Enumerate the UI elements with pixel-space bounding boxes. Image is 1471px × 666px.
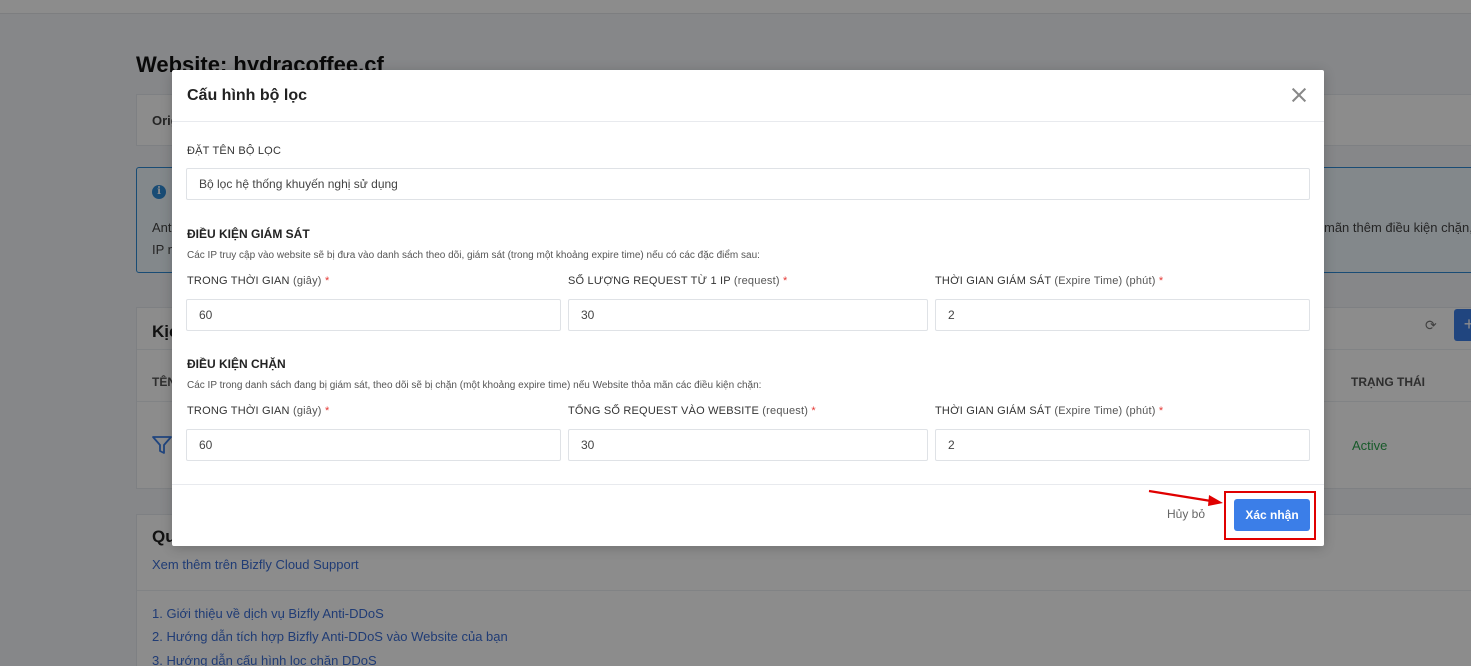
filter-name-input[interactable]: Bộ lọc hệ thống khuyến nghị sử dụng: [186, 168, 1310, 200]
block-expire-label: THỜI GIAN GIÁM SÁT (Expire Time) (phút) …: [935, 405, 1164, 417]
monitor-expire-label: THỜI GIAN GIÁM SÁT (Expire Time) (phút) …: [935, 275, 1164, 287]
block-duration-input[interactable]: 60: [186, 429, 561, 461]
arrow-annotation-icon: [1148, 489, 1223, 506]
monitor-requests-label: SỐ LƯỢNG REQUEST TỪ 1 IP (request) *: [568, 275, 788, 287]
block-section-desc: Các IP trong danh sách đang bị giám sát,…: [187, 380, 762, 391]
monitor-duration-label: TRONG THỜI GIAN (giây) *: [187, 275, 330, 287]
block-duration-label: TRONG THỜI GIAN (giây) *: [187, 405, 330, 417]
close-icon[interactable]: [1290, 86, 1308, 104]
filter-config-modal: Cấu hình bộ lọc ĐẶT TÊN BỘ LỌC Bộ lọc hệ…: [172, 70, 1324, 546]
highlight-annotation: [1224, 491, 1316, 540]
monitor-duration-input[interactable]: 60: [186, 299, 561, 331]
monitor-requests-input[interactable]: 30: [568, 299, 928, 331]
monitor-expire-input[interactable]: 2: [935, 299, 1310, 331]
modal-header: Cấu hình bộ lọc: [172, 70, 1324, 122]
block-expire-input[interactable]: 2: [935, 429, 1310, 461]
modal-title: Cấu hình bộ lọc: [187, 87, 307, 104]
block-section-title: ĐIỀU KIỆN CHẶN: [187, 357, 286, 371]
filter-name-label: ĐẶT TÊN BỘ LỌC: [187, 145, 282, 157]
monitor-section-desc: Các IP truy cập vào website sẽ bị đưa và…: [187, 250, 760, 261]
monitor-section-title: ĐIỀU KIỆN GIÁM SÁT: [187, 227, 310, 241]
block-requests-input[interactable]: 30: [568, 429, 928, 461]
block-requests-label: TỔNG SỐ REQUEST VÀO WEBSITE (request) *: [568, 405, 816, 417]
